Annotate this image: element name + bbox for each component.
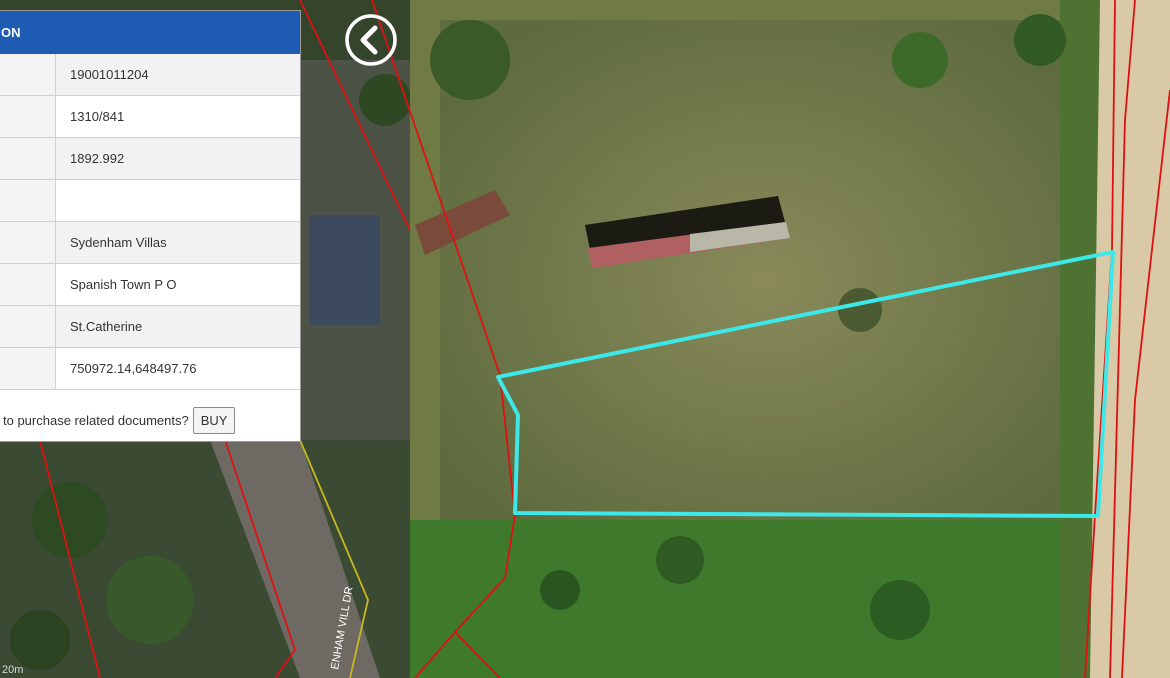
panel-header: ON <box>0 11 300 54</box>
roof <box>310 215 380 325</box>
attribute-key <box>0 54 56 96</box>
purchase-row: to purchase related documents? BUY <box>0 399 289 441</box>
tree <box>656 536 704 584</box>
table-row: 1892.992 <box>0 137 300 180</box>
tree <box>870 580 930 640</box>
attribute-key <box>0 179 56 222</box>
attribute-value: Spanish Town P O <box>55 263 300 306</box>
attribute-value: Sydenham Villas <box>55 221 300 264</box>
lot-ground <box>440 20 1090 540</box>
tree <box>430 20 510 100</box>
attribute-key <box>0 263 56 306</box>
back-button[interactable] <box>344 13 398 67</box>
attribute-value: 750972.14,648497.76 <box>55 347 300 390</box>
attribute-key <box>0 95 56 138</box>
tree <box>359 74 411 126</box>
attribute-value <box>55 179 300 222</box>
table-row: Sydenham Villas <box>0 221 300 264</box>
buy-button[interactable]: BUY <box>192 406 236 434</box>
tree <box>892 32 948 88</box>
attribute-key <box>0 347 56 390</box>
tree <box>838 288 882 332</box>
table-row: St.Catherine <box>0 305 300 348</box>
attribute-value: St.Catherine <box>55 305 300 348</box>
chevron-left-circle-icon <box>345 14 397 66</box>
parcel-attributes-table: 19001011204 1310/841 1892.992 Sydenham V… <box>0 54 300 390</box>
right-road <box>1090 0 1170 678</box>
map-scale-label: 20m <box>2 664 24 676</box>
tree <box>1014 14 1066 66</box>
table-row: 1310/841 <box>0 95 300 138</box>
tree <box>32 482 108 558</box>
attribute-key <box>0 221 56 264</box>
attribute-value: 1892.992 <box>55 137 300 180</box>
tree <box>540 570 580 610</box>
tree <box>10 610 70 670</box>
lower-grass <box>410 520 1090 678</box>
attribute-key <box>0 137 56 180</box>
purchase-prompt: to purchase related documents? <box>3 412 189 428</box>
table-row <box>0 179 300 222</box>
table-row: 750972.14,648497.76 <box>0 347 300 390</box>
table-row: Spanish Town P O <box>0 263 300 306</box>
parcel-info-panel: ON 19001011204 1310/841 1892.992 Sydenha… <box>0 10 301 442</box>
attribute-key <box>0 305 56 348</box>
attribute-value: 19001011204 <box>55 54 300 96</box>
tree <box>106 556 194 644</box>
table-row: 19001011204 <box>0 54 300 96</box>
attribute-value: 1310/841 <box>55 95 300 138</box>
